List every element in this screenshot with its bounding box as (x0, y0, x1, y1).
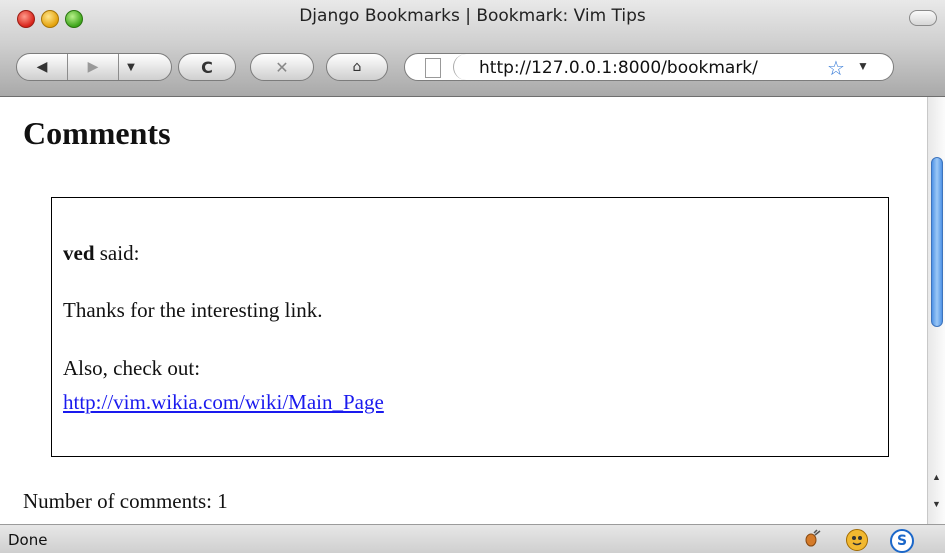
skype-icon[interactable]: S (890, 529, 914, 553)
chevron-down-icon: ▼ (127, 61, 135, 73)
back-button[interactable]: ◀ (17, 54, 67, 80)
url-dropdown-icon[interactable]: ▼ (857, 59, 869, 73)
comment-text-line2: Also, check out: (63, 356, 201, 380)
scroll-up-arrow-icon[interactable]: ▲ (932, 472, 941, 482)
comment-count: Number of comments: 1 (23, 489, 228, 513)
home-button[interactable]: ⌂ (326, 53, 388, 81)
toolbar-toggle-button[interactable] (909, 10, 937, 26)
scrollbar-thumb[interactable] (931, 157, 943, 327)
status-bar: Done S (0, 524, 945, 553)
home-icon: ⌂ (352, 59, 362, 75)
scroll-down-arrow-icon[interactable]: ▼ (932, 499, 941, 509)
forward-button[interactable]: ▶ (67, 54, 118, 80)
page-icon (425, 58, 441, 78)
comment-author: ved (63, 241, 95, 265)
address-divider (453, 54, 470, 80)
status-text: Done (8, 531, 48, 549)
firebug-icon[interactable] (802, 529, 822, 549)
url-text[interactable]: http://127.0.0.1:8000/bookmark/ (479, 58, 758, 78)
comment-header: ved said: (63, 241, 139, 266)
back-arrow-icon: ◀ (36, 59, 48, 75)
comment-box: ved said: Thanks for the interesting lin… (51, 197, 889, 457)
comment-text-line1: Thanks for the interesting link. (63, 298, 323, 322)
vertical-scrollbar[interactable]: ▲ ▼ (927, 97, 945, 524)
reload-icon: C (201, 57, 213, 77)
bookmark-star-icon[interactable]: ☆ (827, 56, 845, 81)
history-dropdown-button[interactable]: ▼ (118, 54, 143, 80)
comment-link[interactable]: http://vim.wikia.com/wiki/Main_Page (63, 390, 384, 415)
window-titlebar: Django Bookmarks | Bookmark: Vim Tips (0, 0, 945, 44)
comment-said-label: said: (99, 241, 140, 265)
address-bar[interactable]: http://127.0.0.1:8000/bookmark/ ☆ ▼ (404, 53, 894, 81)
greasemonkey-icon[interactable] (846, 529, 868, 551)
stop-icon: ✕ (275, 57, 289, 77)
window-title: Django Bookmarks | Bookmark: Vim Tips (299, 6, 646, 26)
reload-button[interactable]: C (178, 53, 236, 81)
stop-button[interactable]: ✕ (250, 53, 314, 81)
nav-button-group: ◀ ▶ ▼ (16, 53, 172, 81)
forward-arrow-icon: ▶ (87, 59, 99, 75)
page-content: Comments ved said: Thanks for the intere… (0, 97, 927, 524)
page-heading: Comments (23, 115, 171, 151)
browser-toolbar: ◀ ▶ ▼ C ✕ ⌂ http://127.0.0.1:8000/bookma… (0, 44, 945, 97)
